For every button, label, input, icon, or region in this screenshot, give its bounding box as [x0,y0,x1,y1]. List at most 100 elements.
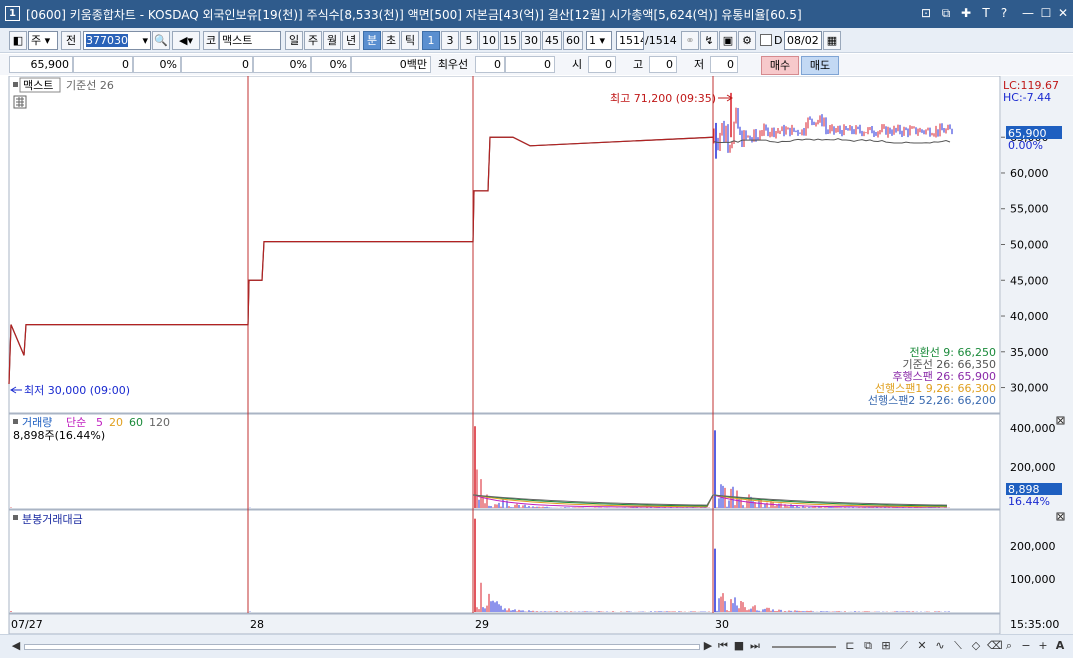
current-price: 65,900 [9,56,73,73]
high-annotation: 최고 71,200 (09:35) [610,92,716,105]
calendar-icon[interactable]: ▦ [823,31,841,50]
play-icon[interactable]: ⏭ [748,639,762,653]
minute-45[interactable]: 45 [542,31,562,50]
low-label: 저 [688,56,710,73]
volume-pct: 0% [253,56,311,73]
x-axis-bg [8,613,1001,635]
plus-icon[interactable]: + [1036,639,1050,653]
stock-name-field[interactable]: 맥스트 [219,31,281,50]
save-icon[interactable]: ▣ [719,31,737,50]
zoom-icon[interactable]: ⌕ [1002,639,1016,653]
chart-area[interactable]: 맥스트 기준선 26 최고 71,200 (09:35) 최저 30,000 (… [0,75,1073,635]
volume-legend-ma-label: 단순 [66,416,86,429]
volume-value: 0 [181,56,253,73]
period-tick[interactable]: 틱 [401,31,419,50]
minus-icon[interactable]: − [1019,639,1033,653]
text-size-icon[interactable]: T [978,5,994,21]
period-week[interactable]: 주 [304,31,322,50]
volume-toggle-icon[interactable] [13,419,18,424]
price-tick-label-6: 35,000 [1010,346,1049,359]
minute-30[interactable]: 30 [521,31,541,50]
multiplier-select[interactable]: 1 ▾ [586,31,612,50]
auto-scale-icon[interactable]: A [1053,639,1067,653]
d-checkbox[interactable] [760,34,772,46]
restore-icon[interactable]: ⊡ [918,5,934,21]
minute-1[interactable]: 1 [422,31,440,50]
minute-60[interactable]: 60 [563,31,583,50]
compare-icon[interactable]: ⊏ [843,639,857,653]
x-label-30: 30 [715,618,729,631]
scroll-left-icon[interactable]: ◀ [9,639,23,653]
gear-icon[interactable]: ⚙ [738,31,756,50]
volume-tick-2: 200,000 [1010,461,1056,474]
period-minute[interactable]: 분 [363,31,381,50]
window-list-icon[interactable]: ⧉ [938,5,954,21]
sell-button[interactable]: 매도 [801,56,839,75]
chart-svg[interactable]: 맥스트 기준선 26 최고 71,200 (09:35) 최저 30,000 (… [0,75,1073,635]
code-prefix[interactable]: 코 [203,31,219,50]
eraser-icon[interactable]: ⌫ [987,639,1003,653]
close-icon[interactable]: ✕ [1055,5,1071,21]
period-year[interactable]: 년 [342,31,360,50]
quote-info-row: 65,900 0 0% 0 0% 0% 0백만 최우선 0 0 시 0 고 0 … [0,54,1073,75]
legend-stock-name: 맥스트 [23,79,53,92]
period-month[interactable]: 월 [323,31,341,50]
scroll-right-icon[interactable]: ▶ [701,639,715,653]
scrollbar-track[interactable] [24,644,700,650]
best-quote-label: 최우선 [431,56,475,73]
count-input[interactable]: 1514 [616,31,644,50]
open-value: 0 [588,56,616,73]
line-tool-icon[interactable]: ⟍ [951,639,965,653]
split-icon[interactable]: ⊞ [879,639,893,653]
search-icon[interactable]: 🔍 [152,31,170,50]
volume-legend-ma60: 60 [129,416,143,429]
volume-value-label: 8,898주(16.44%) [13,429,105,442]
mode-button[interactable]: 전 [61,31,81,50]
help-icon[interactable]: ? [996,5,1012,21]
minute-5[interactable]: 5 [460,31,478,50]
current-volume-pct: 16.44% [1008,495,1050,508]
minimize-icon[interactable]: — [1020,5,1036,21]
link-icon[interactable]: ⚭ [681,31,699,50]
price-tick-label-3: 50,000 [1010,239,1049,252]
sound-icon[interactable]: ◀▾ [172,31,200,50]
amount-tick-1: 200,000 [1010,540,1056,553]
wave-tool-icon[interactable]: ∿ [933,639,947,653]
low-annotation: 최저 30,000 (09:00) [24,384,130,397]
price-tick-label-5: 40,000 [1010,310,1049,323]
high-label: 고 [627,56,649,73]
stop-icon[interactable]: ■ [732,639,746,653]
shape-tool-icon[interactable]: ◇ [969,639,983,653]
buy-button[interactable]: 매수 [761,56,799,75]
period-day[interactable]: 일 [285,31,303,50]
amount-legend-title: 분봉거래대금 [22,513,83,526]
overlay-icon[interactable]: ⧉ [861,639,875,653]
volume-legend-ma120: 120 [149,416,170,429]
draw-tool-icon[interactable]: ↯ [700,31,718,50]
price-panel-bg [8,75,1001,414]
rewind-icon[interactable]: ⏮ [716,639,730,653]
panel-toggle-icon[interactable] [13,82,18,87]
count-total: /1514 [645,34,677,47]
pin-icon[interactable]: ✚ [958,5,974,21]
current-pct-label: 0.00% [1008,139,1043,152]
code-input[interactable]: 377030 ▾ [83,31,151,50]
volume-legend-ma20: 20 [109,416,123,429]
open-label: 시 [566,56,588,73]
type-select[interactable]: 주 ▾ [28,31,58,50]
trend-tool-icon[interactable]: ⟋ [897,639,911,653]
amount-toggle-icon[interactable] [13,515,18,520]
minute-3[interactable]: 3 [441,31,459,50]
period-second[interactable]: 초 [382,31,400,50]
hc-label: HC:-7.44 [1003,91,1051,104]
amount-tick-2: 100,000 [1010,573,1056,586]
zoom-slider[interactable] [772,646,836,648]
grid-icon-lines [16,97,24,107]
date-input[interactable]: 08/02 [784,31,822,50]
maximize-icon[interactable]: ☐ [1038,5,1054,21]
minute-15[interactable]: 15 [500,31,520,50]
cross-tool-icon[interactable]: ✕ [915,639,929,653]
minute-10[interactable]: 10 [479,31,499,50]
x-last-time: 15:35:00 [1010,618,1059,631]
chart-settings-icon[interactable]: ◧ [9,31,27,50]
